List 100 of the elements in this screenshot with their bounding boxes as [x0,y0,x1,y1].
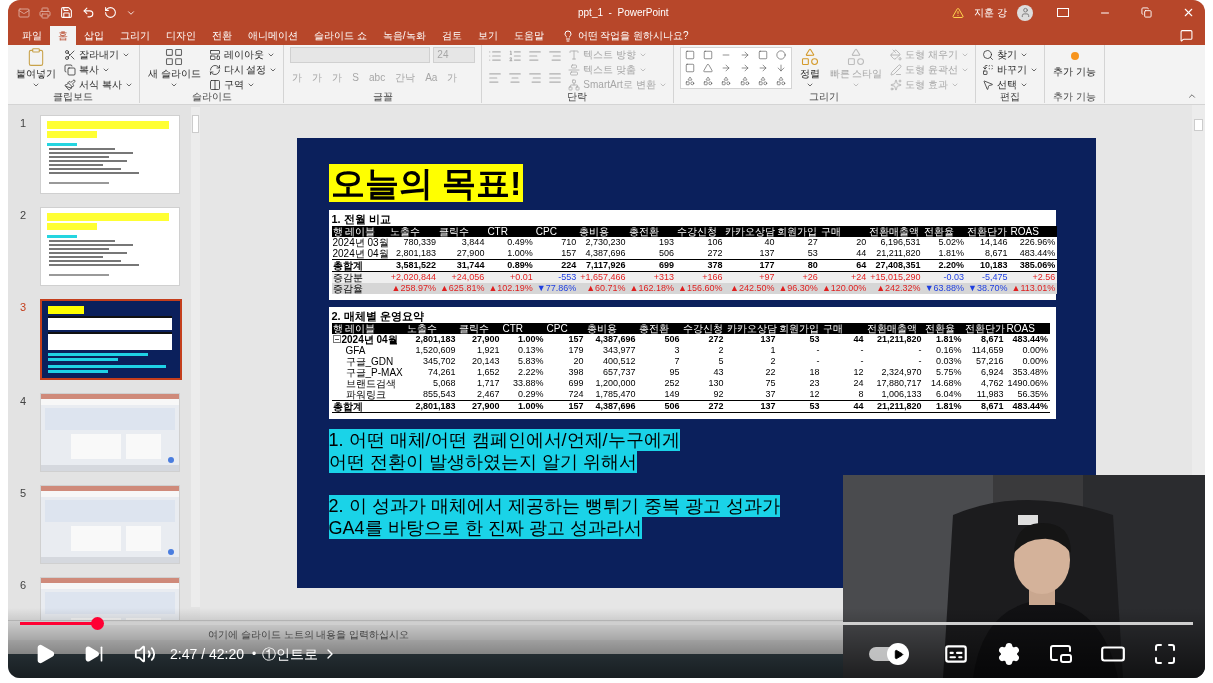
ribbon-button[interactable]: 새 슬라이드 [145,47,203,89]
column-header[interactable]: 클릭수 [437,225,487,237]
ribbon-tab[interactable]: 홈 [50,26,76,45]
ribbon-button[interactable]: 서식 복사 [64,77,133,91]
volume-icon[interactable] [134,643,156,665]
fullscreen-icon[interactable] [1153,642,1177,666]
comments-icon[interactable] [1180,29,1193,42]
shape-icon[interactable] [739,63,750,73]
column-header[interactable]: 전환매출액 [868,225,923,237]
column-header[interactable]: CTR [501,322,546,334]
ribbon-button[interactable]: 복사 [64,62,133,77]
tell-me-field[interactable]: 어떤 작업을 원하시나요? [551,26,699,45]
column-header[interactable]: 수강신청 [676,225,725,237]
scrollbar[interactable] [191,107,200,607]
miniplayer-icon[interactable] [1049,642,1073,666]
shape-icon[interactable] [684,76,695,87]
ribbon-button[interactable]: 바꾸기 [982,62,1039,77]
progress-track[interactable] [20,622,1193,625]
column-header[interactable]: 전환단가 [966,225,1010,237]
font-name-field[interactable] [290,47,431,63]
ribbon-tab[interactable]: 전환 [204,26,240,45]
column-header[interactable]: 전환율 [922,225,967,237]
ribbon-button[interactable]: 선택 [982,77,1039,91]
column-header[interactable]: 카카오상담 [724,225,777,237]
ribbon-button[interactable]: 붙여넣기 [14,47,58,89]
avatar-icon[interactable] [1017,4,1033,21]
undo-icon[interactable] [82,6,95,19]
settings-icon[interactable] [997,642,1021,666]
ribbon-tab[interactable]: 애니메이션 [240,26,306,45]
alignment-icon[interactable] [508,71,523,85]
shape-icon[interactable] [776,76,787,87]
ribbon-button[interactable]: 정렬 [797,47,822,89]
column-header[interactable]: CTR [486,225,535,237]
column-header[interactable]: 클릭수 [457,322,502,334]
ribbon-button[interactable]: 추가 기능 [1051,47,1098,78]
close-icon[interactable] [1182,6,1195,19]
column-header[interactable]: 수강신청 [681,322,726,334]
ribbon-button[interactable]: 찾기 [982,47,1039,62]
ribbon-button[interactable]: 구역 [208,77,278,91]
shape-icon[interactable] [703,76,714,87]
shape-icon[interactable] [703,63,714,73]
paragraph-format-icon[interactable] [548,49,563,63]
ribbon-tab[interactable]: 검토 [433,26,470,45]
column-header[interactable]: 총비용 [585,322,638,334]
shape-icon[interactable] [776,63,787,73]
warning-icon[interactable] [952,6,965,19]
ribbon-tab[interactable]: 슬라이드 쇼 [306,26,375,45]
shape-icon[interactable] [739,49,750,60]
column-header[interactable]: 전환율 [923,322,964,334]
shape-icon[interactable] [721,76,732,87]
shape-icon[interactable] [684,63,695,73]
column-header[interactable]: 회원가입 [776,225,820,237]
paragraph-format-icon[interactable] [488,49,503,63]
ribbon-button[interactable]: 레이아웃 [208,47,278,62]
shape-icon[interactable] [758,76,769,87]
column-header[interactable]: 구매 [821,322,866,334]
shapes-gallery[interactable] [679,47,792,89]
next-icon[interactable] [84,644,104,664]
column-header[interactable]: 전환매출액 [865,322,924,334]
column-header[interactable]: 회원가입 [777,322,822,334]
column-header[interactable]: 전환단가 [963,322,1006,334]
save-icon[interactable] [60,6,73,19]
ribbon-tab[interactable]: 파일 [14,26,50,45]
notes-placeholder[interactable]: 여기에 슬라이드 노트의 내용을 입력하십시오 [208,629,410,640]
alignment-icon[interactable] [488,71,503,85]
paragraph-format-icon[interactable] [528,49,543,63]
column-header[interactable]: ROAS [1005,322,1051,334]
column-header[interactable]: CPC [545,322,586,334]
column-header[interactable]: 행 레이블 [331,322,406,334]
ribbon-tab[interactable]: 디자인 [158,26,204,45]
restore-icon[interactable] [1141,7,1152,18]
ribbon-tab[interactable]: 보기 [469,26,506,45]
shape-icon[interactable] [703,49,714,60]
user-name[interactable]: 지훈 강 [974,5,1007,20]
shape-icon[interactable] [721,63,732,73]
column-header[interactable]: 행 레이블 [331,225,389,237]
shape-icon[interactable] [739,76,750,87]
collapse-ribbon-icon[interactable] [1187,91,1197,101]
column-header[interactable]: 카카오상담 [725,322,778,334]
shape-icon[interactable] [776,49,787,60]
shape-icon[interactable] [758,63,769,73]
column-header[interactable]: ROAS [1009,225,1058,237]
ribbon-button[interactable]: 다시 설정 [208,62,278,77]
column-header[interactable]: 노출수 [388,225,438,237]
alignment-icon[interactable] [528,71,543,85]
column-header[interactable]: 구매 [819,225,869,237]
redo-icon[interactable] [104,6,117,19]
alignment-icon[interactable] [548,71,563,85]
shape-icon[interactable] [758,49,769,60]
column-header[interactable]: 총전환 [637,322,682,334]
ribbon-display-icon[interactable] [1057,8,1069,17]
ribbon-tab[interactable]: 녹음/녹화 [374,26,434,45]
collapse-icon[interactable] [332,335,341,343]
ribbon-tab[interactable]: 그리기 [112,26,158,45]
ribbon-tab[interactable]: 삽입 [76,26,112,45]
column-header[interactable]: 노출수 [405,322,458,334]
column-header[interactable]: CPC [534,225,579,237]
column-header[interactable]: 총전환 [627,225,676,237]
ribbon-tab[interactable]: 도움말 [505,26,552,45]
paragraph-format-icon[interactable] [508,49,523,63]
